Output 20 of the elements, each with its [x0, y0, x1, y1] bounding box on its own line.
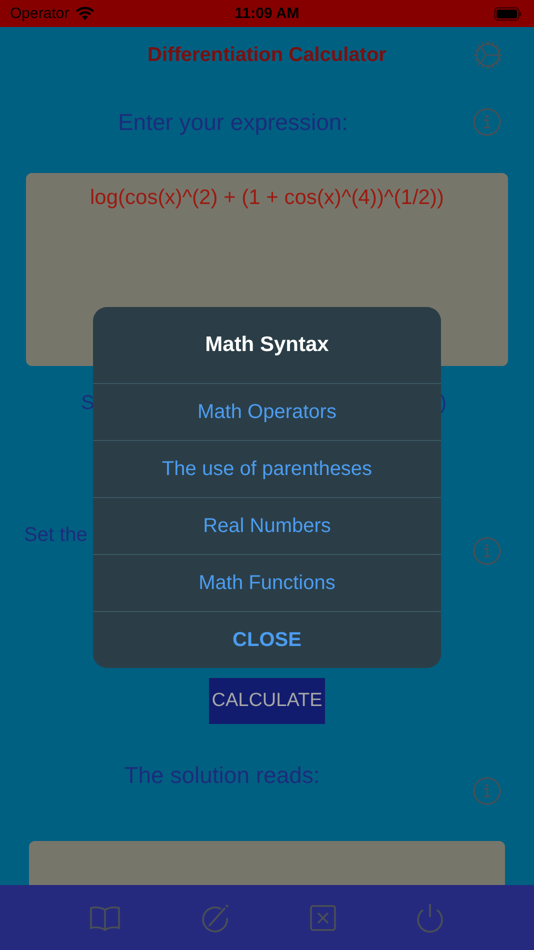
- close-box-icon[interactable]: [309, 904, 337, 932]
- info-icon[interactable]: [473, 108, 501, 136]
- info-icon[interactable]: [473, 777, 501, 805]
- battery-icon: [494, 6, 522, 20]
- dialog-option[interactable]: The use of parentheses: [93, 440, 441, 497]
- calculate-button[interactable]: CALCULATE: [209, 678, 325, 724]
- gear-icon[interactable]: [472, 39, 504, 71]
- dialog-option[interactable]: Math Operators: [93, 383, 441, 440]
- app-title: Differentiation Calculator: [148, 44, 386, 66]
- wifi-icon: [75, 6, 96, 21]
- clock-time: 11:09 AM: [234, 5, 300, 22]
- dialog-option[interactable]: Real Numbers: [93, 497, 441, 554]
- power-icon[interactable]: [415, 902, 445, 934]
- info-icon[interactable]: [473, 537, 501, 565]
- dialog-title: Math Syntax: [204, 332, 330, 358]
- close-button[interactable]: CLOSE: [93, 611, 441, 668]
- dialog-option[interactable]: Math Functions: [93, 554, 441, 611]
- pencil-circle-icon[interactable]: [199, 902, 231, 934]
- book-icon[interactable]: [89, 904, 121, 932]
- carrier-name: Operator: [10, 5, 70, 22]
